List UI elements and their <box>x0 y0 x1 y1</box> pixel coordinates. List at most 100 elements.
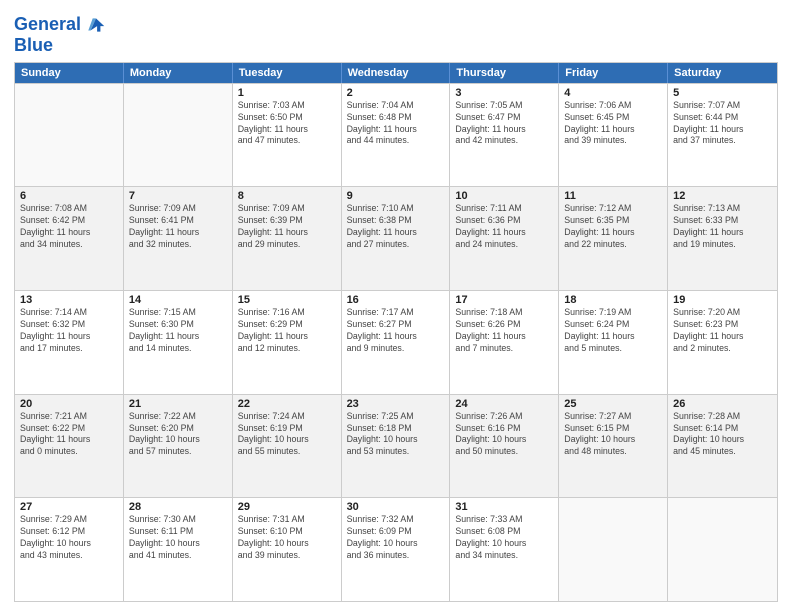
cell-day-number: 24 <box>455 398 553 410</box>
calendar-row: 13Sunrise: 7:14 AM Sunset: 6:32 PM Dayli… <box>15 290 777 394</box>
logo-text-line2: Blue <box>14 36 107 56</box>
cell-info: Sunrise: 7:04 AM Sunset: 6:48 PM Dayligh… <box>347 100 445 148</box>
calendar-cell: 3Sunrise: 7:05 AM Sunset: 6:47 PM Daylig… <box>450 84 559 187</box>
cell-day-number: 22 <box>238 398 336 410</box>
calendar-cell: 24Sunrise: 7:26 AM Sunset: 6:16 PM Dayli… <box>450 395 559 498</box>
cell-info: Sunrise: 7:06 AM Sunset: 6:45 PM Dayligh… <box>564 100 662 148</box>
cell-day-number: 30 <box>347 501 445 513</box>
calendar-cell <box>668 498 777 601</box>
header-cell-friday: Friday <box>559 63 668 83</box>
calendar-cell: 11Sunrise: 7:12 AM Sunset: 6:35 PM Dayli… <box>559 187 668 290</box>
cell-day-number: 16 <box>347 294 445 306</box>
cell-info: Sunrise: 7:24 AM Sunset: 6:19 PM Dayligh… <box>238 411 336 459</box>
cell-day-number: 2 <box>347 87 445 99</box>
cell-day-number: 3 <box>455 87 553 99</box>
cell-info: Sunrise: 7:27 AM Sunset: 6:15 PM Dayligh… <box>564 411 662 459</box>
cell-day-number: 4 <box>564 87 662 99</box>
calendar-cell: 26Sunrise: 7:28 AM Sunset: 6:14 PM Dayli… <box>668 395 777 498</box>
cell-info: Sunrise: 7:15 AM Sunset: 6:30 PM Dayligh… <box>129 307 227 355</box>
logo-text-line1: General <box>14 15 81 35</box>
calendar-row: 1Sunrise: 7:03 AM Sunset: 6:50 PM Daylig… <box>15 83 777 187</box>
cell-info: Sunrise: 7:13 AM Sunset: 6:33 PM Dayligh… <box>673 203 772 251</box>
cell-info: Sunrise: 7:21 AM Sunset: 6:22 PM Dayligh… <box>20 411 118 459</box>
cell-day-number: 14 <box>129 294 227 306</box>
page-header: General Blue <box>14 10 778 56</box>
cell-info: Sunrise: 7:25 AM Sunset: 6:18 PM Dayligh… <box>347 411 445 459</box>
calendar-cell: 20Sunrise: 7:21 AM Sunset: 6:22 PM Dayli… <box>15 395 124 498</box>
cell-info: Sunrise: 7:29 AM Sunset: 6:12 PM Dayligh… <box>20 514 118 562</box>
cell-day-number: 19 <box>673 294 772 306</box>
calendar-cell: 21Sunrise: 7:22 AM Sunset: 6:20 PM Dayli… <box>124 395 233 498</box>
cell-day-number: 21 <box>129 398 227 410</box>
header-cell-tuesday: Tuesday <box>233 63 342 83</box>
calendar-cell: 6Sunrise: 7:08 AM Sunset: 6:42 PM Daylig… <box>15 187 124 290</box>
calendar-cell: 31Sunrise: 7:33 AM Sunset: 6:08 PM Dayli… <box>450 498 559 601</box>
cell-day-number: 18 <box>564 294 662 306</box>
calendar-cell: 7Sunrise: 7:09 AM Sunset: 6:41 PM Daylig… <box>124 187 233 290</box>
calendar-cell: 22Sunrise: 7:24 AM Sunset: 6:19 PM Dayli… <box>233 395 342 498</box>
cell-day-number: 25 <box>564 398 662 410</box>
cell-day-number: 29 <box>238 501 336 513</box>
cell-day-number: 26 <box>673 398 772 410</box>
calendar-cell: 9Sunrise: 7:10 AM Sunset: 6:38 PM Daylig… <box>342 187 451 290</box>
cell-day-number: 12 <box>673 190 772 202</box>
cell-info: Sunrise: 7:20 AM Sunset: 6:23 PM Dayligh… <box>673 307 772 355</box>
header-cell-sunday: Sunday <box>15 63 124 83</box>
calendar: SundayMondayTuesdayWednesdayThursdayFrid… <box>14 62 778 602</box>
calendar-cell: 5Sunrise: 7:07 AM Sunset: 6:44 PM Daylig… <box>668 84 777 187</box>
calendar-cell: 28Sunrise: 7:30 AM Sunset: 6:11 PM Dayli… <box>124 498 233 601</box>
cell-day-number: 6 <box>20 190 118 202</box>
cell-info: Sunrise: 7:31 AM Sunset: 6:10 PM Dayligh… <box>238 514 336 562</box>
cell-info: Sunrise: 7:09 AM Sunset: 6:41 PM Dayligh… <box>129 203 227 251</box>
calendar-cell: 15Sunrise: 7:16 AM Sunset: 6:29 PM Dayli… <box>233 291 342 394</box>
cell-day-number: 1 <box>238 87 336 99</box>
cell-day-number: 9 <box>347 190 445 202</box>
cell-info: Sunrise: 7:32 AM Sunset: 6:09 PM Dayligh… <box>347 514 445 562</box>
header-cell-thursday: Thursday <box>450 63 559 83</box>
cell-day-number: 15 <box>238 294 336 306</box>
calendar-cell <box>124 84 233 187</box>
calendar-cell: 25Sunrise: 7:27 AM Sunset: 6:15 PM Dayli… <box>559 395 668 498</box>
calendar-cell: 1Sunrise: 7:03 AM Sunset: 6:50 PM Daylig… <box>233 84 342 187</box>
header-cell-wednesday: Wednesday <box>342 63 451 83</box>
calendar-cell: 8Sunrise: 7:09 AM Sunset: 6:39 PM Daylig… <box>233 187 342 290</box>
cell-day-number: 31 <box>455 501 553 513</box>
calendar-cell: 27Sunrise: 7:29 AM Sunset: 6:12 PM Dayli… <box>15 498 124 601</box>
calendar-cell: 12Sunrise: 7:13 AM Sunset: 6:33 PM Dayli… <box>668 187 777 290</box>
calendar-cell <box>559 498 668 601</box>
calendar-row: 27Sunrise: 7:29 AM Sunset: 6:12 PM Dayli… <box>15 497 777 601</box>
calendar-cell <box>15 84 124 187</box>
cell-day-number: 11 <box>564 190 662 202</box>
logo-icon <box>85 14 107 36</box>
cell-day-number: 13 <box>20 294 118 306</box>
cell-info: Sunrise: 7:12 AM Sunset: 6:35 PM Dayligh… <box>564 203 662 251</box>
calendar-cell: 14Sunrise: 7:15 AM Sunset: 6:30 PM Dayli… <box>124 291 233 394</box>
calendar-row: 6Sunrise: 7:08 AM Sunset: 6:42 PM Daylig… <box>15 186 777 290</box>
cell-day-number: 5 <box>673 87 772 99</box>
calendar-cell: 30Sunrise: 7:32 AM Sunset: 6:09 PM Dayli… <box>342 498 451 601</box>
calendar-cell: 4Sunrise: 7:06 AM Sunset: 6:45 PM Daylig… <box>559 84 668 187</box>
calendar-row: 20Sunrise: 7:21 AM Sunset: 6:22 PM Dayli… <box>15 394 777 498</box>
cell-info: Sunrise: 7:14 AM Sunset: 6:32 PM Dayligh… <box>20 307 118 355</box>
calendar-cell: 18Sunrise: 7:19 AM Sunset: 6:24 PM Dayli… <box>559 291 668 394</box>
calendar-header: SundayMondayTuesdayWednesdayThursdayFrid… <box>15 63 777 83</box>
cell-info: Sunrise: 7:11 AM Sunset: 6:36 PM Dayligh… <box>455 203 553 251</box>
calendar-cell: 29Sunrise: 7:31 AM Sunset: 6:10 PM Dayli… <box>233 498 342 601</box>
cell-info: Sunrise: 7:03 AM Sunset: 6:50 PM Dayligh… <box>238 100 336 148</box>
cell-day-number: 17 <box>455 294 553 306</box>
cell-day-number: 8 <box>238 190 336 202</box>
calendar-cell: 16Sunrise: 7:17 AM Sunset: 6:27 PM Dayli… <box>342 291 451 394</box>
calendar-cell: 17Sunrise: 7:18 AM Sunset: 6:26 PM Dayli… <box>450 291 559 394</box>
calendar-cell: 10Sunrise: 7:11 AM Sunset: 6:36 PM Dayli… <box>450 187 559 290</box>
calendar-cell: 19Sunrise: 7:20 AM Sunset: 6:23 PM Dayli… <box>668 291 777 394</box>
cell-info: Sunrise: 7:28 AM Sunset: 6:14 PM Dayligh… <box>673 411 772 459</box>
cell-info: Sunrise: 7:18 AM Sunset: 6:26 PM Dayligh… <box>455 307 553 355</box>
logo: General Blue <box>14 14 107 56</box>
cell-day-number: 27 <box>20 501 118 513</box>
cell-info: Sunrise: 7:33 AM Sunset: 6:08 PM Dayligh… <box>455 514 553 562</box>
header-cell-saturday: Saturday <box>668 63 777 83</box>
cell-info: Sunrise: 7:26 AM Sunset: 6:16 PM Dayligh… <box>455 411 553 459</box>
calendar-cell: 23Sunrise: 7:25 AM Sunset: 6:18 PM Dayli… <box>342 395 451 498</box>
cell-info: Sunrise: 7:17 AM Sunset: 6:27 PM Dayligh… <box>347 307 445 355</box>
header-cell-monday: Monday <box>124 63 233 83</box>
